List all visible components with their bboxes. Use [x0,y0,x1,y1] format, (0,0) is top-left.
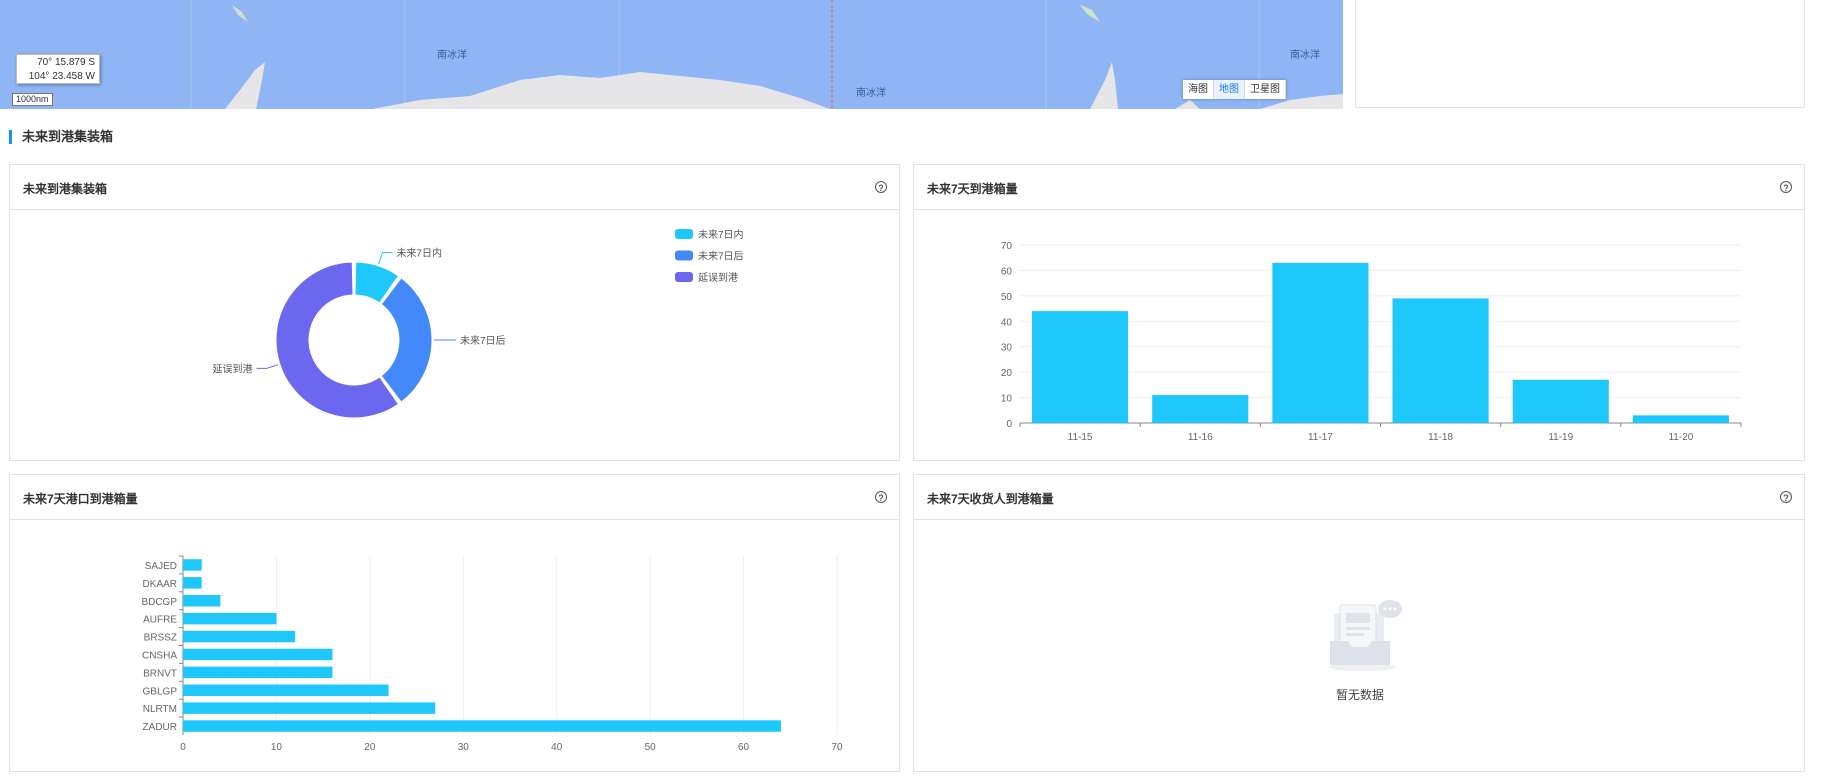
map-type-satellite[interactable]: 卫星图 [1245,80,1286,99]
bar [183,577,202,589]
map-view[interactable]: 南冰洋 南冰洋 南冰洋 70° 15.879 S 104° 23.458 W 1… [0,0,1343,109]
donut-label: 未来7日内 [396,247,442,260]
y-tick-label: NLRTM [143,704,177,715]
x-tick-label: 11-15 [1068,432,1093,443]
x-tick-label: 20 [364,742,376,753]
x-tick-label: 0 [180,742,186,753]
donut-label: 未来7日后 [460,335,506,347]
x-tick-label: 11-18 [1428,432,1453,443]
y-tick-label: 20 [1001,368,1013,379]
x-tick-label: 10 [271,742,283,753]
daily-arrival-chart-card: 未来7天到港箱量 ? 0 10 20 30 40 50 60 70 11-15 11-16 11-1… [913,164,1805,461]
y-tick-label: GBLGP [143,686,178,697]
y-tick-label: 10 [1001,394,1013,405]
y-tick-label: BRNVT [143,668,177,679]
bar [1152,395,1249,423]
section-title: 未来到港集装箱 [9,130,113,144]
map-background [190,0,1343,109]
coordinate-readout: 70° 15.879 S 104° 23.458 W [16,54,100,84]
card-header: 未来7天收货人到港箱量 ? [914,475,1804,520]
bar-chart: 0 10 20 30 40 50 60 70 11-15 11-16 11-17 11-18 11-19… [1001,241,1742,443]
donut-label-line [256,364,279,369]
bar [1272,262,1369,423]
help-icon[interactable]: ? [1780,181,1792,193]
card-title: 未来7天港口到港箱量 [23,492,138,506]
coordinate-lon: 104° 23.458 W [28,71,95,82]
port-arrival-chart-card: 未来7天港口到港箱量 ? 0 10 20 30 40 50 60 70 SAJED DKAAR BD… [9,474,900,772]
bar [1032,311,1129,423]
donut-slice [380,277,433,403]
bar [183,612,277,625]
x-tick-label: 60 [738,742,750,753]
bar [183,630,296,643]
bar [1392,298,1489,423]
bar [183,648,333,661]
card-header: 未来7天港口到港箱量 ? [10,475,899,520]
y-tick-label: 70 [1001,241,1013,252]
legend-swatch [675,229,693,239]
consignee-arrival-chart-card: 未来7天收货人到港箱量 ? 暂无数据 [913,474,1805,772]
bar [183,559,202,571]
y-tick-label: BRSSZ [144,633,177,644]
legend-label: 未来7日后 [698,251,744,263]
bar [183,666,333,679]
help-icon[interactable]: ? [875,181,887,193]
x-tick-label: 11-20 [1668,432,1693,443]
card-title: 未来到港集装箱 [23,182,108,196]
card-title: 未来7天收货人到港箱量 [927,492,1054,506]
ocean-label: 南冰洋 [1290,50,1320,61]
help-icon[interactable]: ? [1780,491,1792,503]
map-type-switch: 海图 地图 卫星图 [1183,80,1286,99]
y-tick-label: BDCGP [141,597,177,608]
x-tick-label: 50 [645,742,657,753]
donut-label: 延误到港 [213,363,253,375]
empty-state-text: 暂无数据 [1336,688,1385,702]
map-scale: 1000nm [12,93,53,106]
donut-label-line [378,252,393,265]
bar [1632,415,1729,423]
y-tick-label: 60 [1001,266,1013,277]
bar [183,702,436,714]
legend-label: 延误到港 [698,272,738,284]
ocean-label: 南冰洋 [856,88,886,99]
x-tick-label: 11-17 [1308,432,1333,443]
card-title: 未来7天到港箱量 [927,182,1018,196]
map-type-nautical[interactable]: 海图 [1183,80,1214,99]
donut-chart-card: 未来到港集装箱 ? 未来7日内 未来7日后 延误到港 未来7日内 未来7日后 延误到港 [9,164,900,461]
card-header: 未来7天到港箱量 ? [914,165,1804,210]
x-tick-label: 30 [458,742,470,753]
side-panel [1355,0,1805,108]
bar [183,720,781,732]
bar [1512,379,1609,423]
y-tick-label: 40 [1001,317,1013,328]
y-tick-label: DKAAR [143,579,177,590]
bar [183,684,389,696]
x-tick-label: 11-19 [1548,432,1573,443]
map-type-map[interactable]: 地图 [1214,80,1245,99]
legend-label: 未来7日内 [698,228,744,241]
donut-chart: 未来7日内未来7日后延误到港未来7日内未来7日后延误到港 [213,228,744,419]
y-tick-label: AUFRE [143,615,177,626]
x-tick-label: 40 [551,742,563,753]
ocean-label: 南冰洋 [437,50,467,61]
y-tick-label: 0 [1006,419,1012,430]
y-tick-label: 30 [1001,343,1013,354]
y-tick-label: CNSHA [142,650,177,661]
legend-swatch [675,272,693,282]
y-tick-label: SAJED [145,561,177,572]
y-tick-label: ZADUR [143,722,177,733]
bar [183,595,221,607]
horizontal-bar-chart: 0 10 20 30 40 50 60 70 SAJED DKAAR BDCGP AUFRE BRSSZ… [141,555,843,753]
x-tick-label: 70 [831,742,843,753]
legend-swatch [675,250,693,261]
help-icon[interactable]: ? [875,491,887,503]
x-tick-label: 11-16 [1188,432,1213,443]
card-header: 未来到港集装箱 ? [10,165,899,210]
coordinate-lat: 70° 15.879 S [37,57,95,68]
y-tick-label: 50 [1001,292,1013,303]
empty-inbox-icon [1328,600,1402,671]
